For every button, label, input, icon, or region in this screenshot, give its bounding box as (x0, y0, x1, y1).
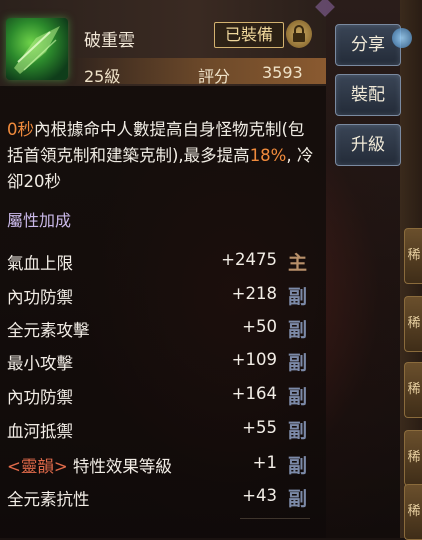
attribute-row: 內功防禦 +218 副 (7, 284, 307, 314)
inventory-slot[interactable]: 稀 (404, 228, 422, 284)
inventory-slot[interactable]: 稀 (404, 296, 422, 352)
item-icon (6, 18, 68, 80)
attribute-row: 氣血上限 +2475 主 (7, 250, 307, 280)
attribute-name: 最小攻擊 (7, 354, 73, 373)
attribute-value: +218 (231, 284, 277, 303)
attribute-row: 最小攻擊 +109 副 (7, 350, 307, 380)
attribute-name: 全元素攻擊 (7, 321, 90, 340)
attribute-primary-tag: 主 (287, 252, 307, 274)
attribute-row: 全元素攻擊 +50 副 (7, 317, 307, 347)
attribute-secondary-tag: 副 (287, 488, 307, 510)
share-icon (392, 28, 412, 48)
inventory-slot[interactable]: 稀 (404, 430, 422, 486)
equip-button[interactable]: 裝配 (335, 74, 401, 116)
attribute-row: <靈韻> 特性效果等級 +1 副 (7, 453, 307, 483)
attribute-secondary-tag: 副 (287, 319, 307, 341)
attribute-secondary-tag: 副 (287, 386, 307, 408)
attribute-secondary-tag: 副 (287, 286, 307, 308)
attribute-row: 血河抵禦 +55 副 (7, 418, 307, 448)
equip-button-label: 裝配 (351, 85, 385, 105)
upgrade-button-label: 升級 (351, 135, 385, 155)
effect-percent: 18% (249, 146, 287, 165)
attribute-value: +164 (231, 384, 277, 403)
attribute-secondary-tag: 副 (287, 352, 307, 374)
equipped-badge: 已裝備 (214, 22, 284, 48)
attribute-value: +50 (242, 317, 277, 336)
share-button[interactable]: 分享 (335, 24, 401, 66)
effect-duration: 0秒 (7, 120, 34, 139)
attribute-name-with-prefix: <靈韻> 特性效果等級 (7, 453, 172, 477)
attribute-name: 特性效果等級 (72, 457, 172, 476)
spirit-prefix: <靈韻> (7, 457, 68, 476)
item-tooltip-panel: 破重雲 已裝備 25級 評分 3593 0秒內根據命中人數提高自身怪物克制(包括… (0, 0, 335, 538)
attribute-value: +43 (242, 486, 277, 505)
attribute-row: 內功防禦 +164 副 (7, 384, 307, 414)
score-label: 評分 (198, 67, 231, 86)
inventory-slot[interactable]: 稀 (404, 362, 422, 418)
attribute-name: 血河抵禦 (7, 422, 73, 441)
attribute-row: 全元素抗性 +43 副 (7, 486, 307, 516)
upgrade-button[interactable]: 升級 (335, 124, 401, 166)
attribute-name: 氣血上限 (7, 254, 73, 273)
attribute-name: 內功防禦 (7, 388, 73, 407)
attribute-secondary-tag: 副 (287, 420, 307, 442)
attribute-name: 內功防禦 (7, 288, 73, 307)
item-level: 25級 (84, 67, 121, 86)
attribute-value: +109 (231, 350, 277, 369)
attribute-value: +1 (252, 453, 277, 472)
item-effect-description: 0秒內根據命中人數提高自身怪物克制(包括首領克制和建築克制),最多提高18%, … (7, 117, 317, 195)
score-value: 3593 (262, 63, 303, 82)
attributes-section-title: 屬性加成 (7, 211, 72, 230)
item-name: 破重雲 (84, 31, 135, 51)
attribute-value: +2475 (221, 250, 277, 269)
inventory-slot[interactable]: 稀 (404, 484, 422, 540)
attribute-value: +55 (242, 418, 277, 437)
divider (240, 518, 310, 519)
attribute-secondary-tag: 副 (287, 455, 307, 477)
attribute-name: 全元素抗性 (7, 490, 90, 509)
share-button-label: 分享 (351, 35, 385, 55)
lock-icon[interactable] (286, 20, 312, 48)
